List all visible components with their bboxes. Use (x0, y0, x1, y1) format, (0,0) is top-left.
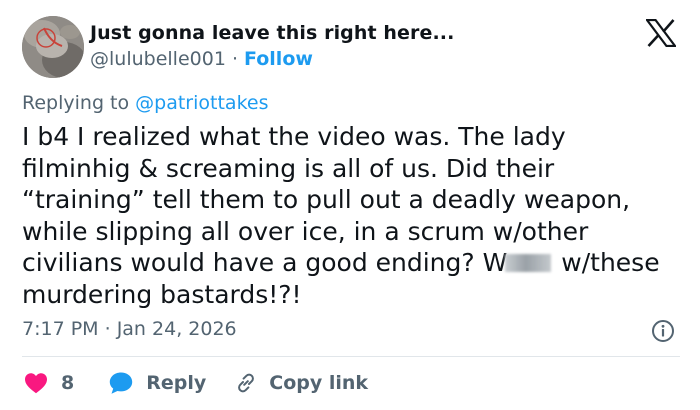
x-logo-icon[interactable] (646, 19, 676, 47)
reply-bubble-icon (110, 372, 133, 394)
reply-label: Reply (146, 372, 207, 394)
avatar[interactable] (22, 16, 84, 78)
like-count: 8 (61, 372, 75, 394)
replying-prefix: Replying to (22, 92, 136, 114)
reply-button[interactable]: Reply (108, 371, 206, 395)
blurred-word-redaction (505, 254, 552, 272)
avatar-photo (22, 16, 84, 78)
tweet-text: I b4 I realized what the video was. The … (22, 121, 682, 310)
heart-icon (25, 373, 47, 394)
handle-separator: · (225, 48, 245, 70)
copy-link-button[interactable]: Copy link (234, 371, 368, 395)
replying-to: Replying to @patriottakes (22, 92, 268, 114)
link-icon (238, 373, 255, 393)
author-handle[interactable]: @lulubelle001 (90, 48, 226, 70)
timestamp-separator: · (98, 318, 117, 340)
author-display-name[interactable]: Just gonna leave this right here... (90, 22, 454, 44)
tweet-actions: 8 Reply Copy link (22, 368, 368, 398)
tweet-date: Jan 24, 2026 (116, 318, 237, 340)
tweet-timestamp[interactable]: 7:17 PM · Jan 24, 2026 (22, 318, 237, 340)
follow-button[interactable]: Follow (244, 48, 313, 70)
copy-link-label: Copy link (269, 372, 369, 394)
info-icon[interactable] (651, 319, 675, 343)
like-button[interactable]: 8 (24, 372, 74, 394)
author-handle-row: @lulubelle001 · Follow (90, 48, 313, 70)
divider (22, 356, 680, 357)
tweet-time: 7:17 PM (22, 318, 99, 340)
replying-mention-link[interactable]: @patriottakes (135, 92, 268, 114)
